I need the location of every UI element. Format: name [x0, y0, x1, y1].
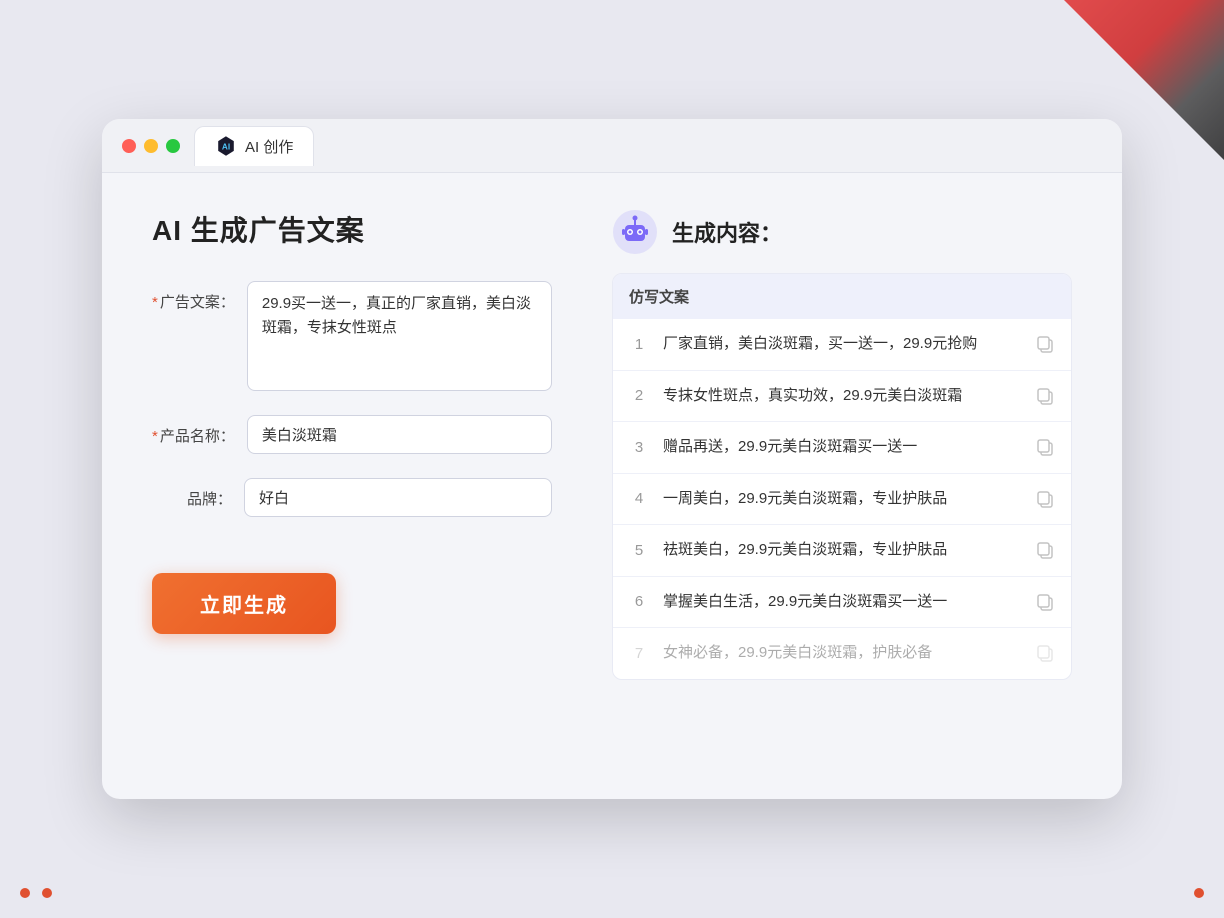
result-text-4: 一周美白，29.9元美白淡斑霜，专业护肤品 — [663, 488, 1021, 511]
maximize-button[interactable] — [166, 139, 180, 153]
copy-icon-5[interactable] — [1035, 540, 1055, 560]
ad-copy-group: *广告文案： — [152, 281, 552, 391]
result-text-3: 赠品再送，29.9元美白淡斑霜买一送一 — [663, 436, 1021, 459]
right-panel: 生成内容： 仿写文案 1 厂家直销，美白淡斑霜，买一送一，29.9元抢购 2 — [612, 209, 1072, 680]
browser-window: AI AI 创作 AI 生成广告文案 *广告文案： *产品名称： — [102, 119, 1122, 799]
results-container: 仿写文案 1 厂家直销，美白淡斑霜，买一送一，29.9元抢购 2 专抹女性斑点，… — [612, 273, 1072, 680]
minimize-button[interactable] — [144, 139, 158, 153]
brand-group: 品牌： — [152, 478, 552, 517]
result-number-3: 3 — [629, 439, 649, 456]
result-row-7: 7 女神必备，29.9元美白淡斑霜，护肤必备 — [613, 628, 1071, 679]
result-text-5: 祛斑美白，29.9元美白淡斑霜，专业护肤品 — [663, 539, 1021, 562]
result-text-7: 女神必备，29.9元美白淡斑霜，护肤必备 — [663, 642, 1021, 665]
product-name-input[interactable] — [247, 415, 552, 454]
result-row-3: 3 赠品再送，29.9元美白淡斑霜买一送一 — [613, 422, 1071, 474]
result-row-6: 6 掌握美白生活，29.9元美白淡斑霜买一送一 — [613, 577, 1071, 629]
result-text-6: 掌握美白生活，29.9元美白淡斑霜买一送一 — [663, 591, 1021, 614]
result-text-2: 专抹女性斑点，真实功效，29.9元美白淡斑霜 — [663, 385, 1021, 408]
result-number-1: 1 — [629, 336, 649, 353]
required-star-1: * — [152, 294, 158, 311]
close-button[interactable] — [122, 139, 136, 153]
copy-icon-3[interactable] — [1035, 437, 1055, 457]
traffic-lights — [122, 139, 180, 153]
right-title: 生成内容： — [672, 216, 782, 248]
copy-icon-2[interactable] — [1035, 386, 1055, 406]
brand-input[interactable] — [244, 478, 552, 517]
ad-copy-input[interactable] — [247, 281, 552, 391]
results-header: 仿写文案 — [613, 274, 1071, 319]
decorative-dot-1 — [20, 888, 30, 898]
generate-button[interactable]: 立即生成 — [152, 573, 336, 634]
result-row-2: 2 专抹女性斑点，真实功效，29.9元美白淡斑霜 — [613, 371, 1071, 423]
result-row-5: 5 祛斑美白，29.9元美白淡斑霜，专业护肤品 — [613, 525, 1071, 577]
right-header: 生成内容： — [612, 209, 1072, 255]
copy-icon-1[interactable] — [1035, 334, 1055, 354]
copy-icon-4[interactable] — [1035, 489, 1055, 509]
ad-copy-label: *广告文案： — [152, 281, 235, 312]
ai-creation-tab[interactable]: AI AI 创作 — [194, 126, 314, 166]
brand-label: 品牌： — [152, 478, 232, 509]
result-number-2: 2 — [629, 387, 649, 404]
tab-label: AI 创作 — [245, 136, 293, 157]
result-number-7: 7 — [629, 645, 649, 662]
result-row-1: 1 厂家直销，美白淡斑霜，买一送一，29.9元抢购 — [613, 319, 1071, 371]
title-bar: AI AI 创作 — [102, 119, 1122, 173]
decorative-dot-2 — [42, 888, 52, 898]
decorative-dot-3 — [1194, 888, 1204, 898]
copy-icon-7 — [1035, 643, 1055, 663]
required-star-2: * — [152, 428, 158, 445]
result-number-4: 4 — [629, 490, 649, 507]
product-name-label: *产品名称： — [152, 415, 235, 446]
result-number-6: 6 — [629, 593, 649, 610]
svg-text:AI: AI — [222, 143, 230, 152]
product-name-group: *产品名称： — [152, 415, 552, 454]
copy-icon-6[interactable] — [1035, 592, 1055, 612]
robot-icon — [612, 209, 658, 255]
result-text-1: 厂家直销，美白淡斑霜，买一送一，29.9元抢购 — [663, 333, 1021, 356]
page-title: AI 生成广告文案 — [152, 209, 552, 249]
main-content: AI 生成广告文案 *广告文案： *产品名称： 品牌： — [102, 173, 1122, 720]
result-number-5: 5 — [629, 542, 649, 559]
ai-icon: AI — [215, 135, 237, 157]
result-row-4: 4 一周美白，29.9元美白淡斑霜，专业护肤品 — [613, 474, 1071, 526]
left-panel: AI 生成广告文案 *广告文案： *产品名称： 品牌： — [152, 209, 552, 680]
